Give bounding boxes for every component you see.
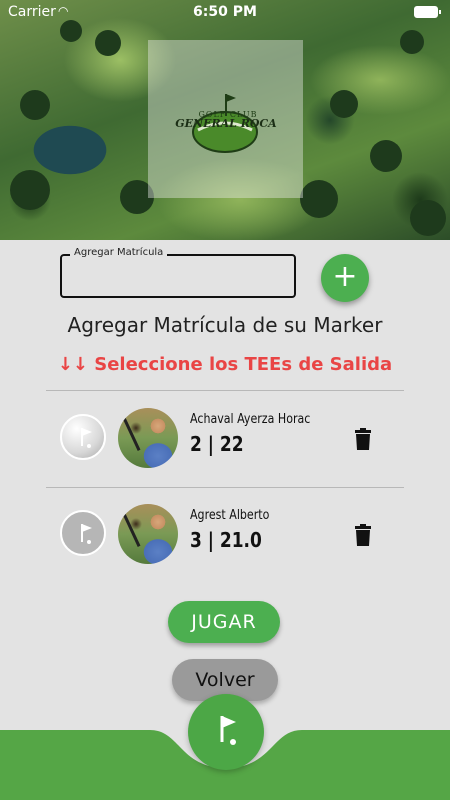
player-name: Achaval Ayerza Horac — [190, 412, 311, 427]
trash-icon[interactable] — [354, 428, 372, 450]
player-stats: 3 | 21.0 — [190, 528, 262, 552]
golf-flag-icon — [81, 524, 92, 544]
plus-icon: + — [332, 259, 358, 294]
status-bar: Carrier ◠ 6:50 PM — [0, 0, 450, 24]
matricula-input[interactable] — [60, 254, 296, 298]
tees-instruction: ↓↓ Seleccione los TEEs de Salida — [57, 354, 393, 375]
tee-selector[interactable] — [60, 414, 106, 460]
player-name: Agrest Alberto — [190, 508, 270, 523]
page-title: Agregar Matrícula de su Marker — [67, 313, 383, 337]
logo-name: GENERAL ROCA — [175, 117, 277, 130]
status-time: 6:50 PM — [193, 4, 257, 20]
matricula-input-label: Agregar Matrícula — [70, 247, 168, 258]
play-button[interactable]: JUGAR — [168, 601, 280, 643]
avatar — [118, 408, 178, 468]
avatar — [118, 504, 178, 564]
tee-selector[interactable] — [60, 510, 106, 556]
trash-icon[interactable] — [354, 524, 372, 546]
golf-flag-icon — [81, 428, 92, 448]
add-button[interactable]: + — [321, 254, 369, 302]
divider — [46, 390, 404, 391]
golf-flag-icon — [220, 716, 236, 745]
player-row: Achaval Ayerza Horac 2 | 22 — [0, 392, 450, 488]
battery-icon — [414, 6, 441, 18]
golf-menu-button[interactable] — [188, 694, 264, 770]
player-stats: 2 | 22 — [190, 432, 244, 456]
player-row: Agrest Alberto 3 | 21.0 — [0, 488, 450, 584]
